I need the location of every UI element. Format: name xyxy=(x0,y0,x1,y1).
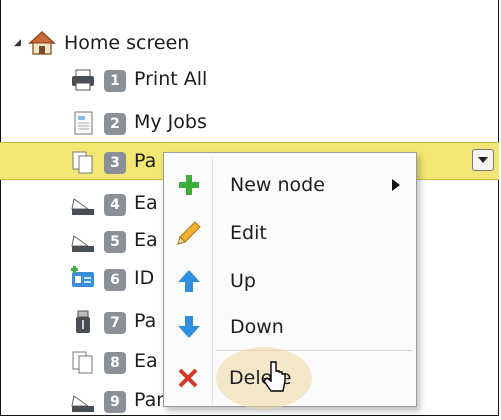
chevron-down-icon xyxy=(478,157,488,163)
item-number-badge: 7 xyxy=(104,312,126,334)
scanner-icon xyxy=(71,395,94,412)
tree-item-label: Ea xyxy=(134,350,158,372)
menu-item-label: New node xyxy=(230,174,325,196)
arrow-up-icon xyxy=(178,270,200,292)
tree-root-node[interactable]: ◢ Home screen xyxy=(14,26,189,60)
item-number-badge: 8 xyxy=(104,352,126,374)
menu-item-label: Down xyxy=(230,316,284,338)
tree-item-print-all[interactable]: 1 Print All xyxy=(0,61,499,99)
id-card-icon xyxy=(71,266,94,287)
tree-item-label: Ea xyxy=(134,192,158,214)
plus-icon xyxy=(179,175,199,195)
item-number-badge: 3 xyxy=(104,152,126,174)
home-icon xyxy=(28,30,56,55)
item-number-badge: 5 xyxy=(104,231,126,253)
tree-root-label: Home screen xyxy=(64,32,190,54)
item-number-badge: 2 xyxy=(104,113,126,135)
menu-item-delete[interactable]: Delete xyxy=(163,354,415,402)
printer-icon xyxy=(72,69,94,91)
tree-item-label: Pa xyxy=(134,150,157,172)
arrow-down-icon xyxy=(178,316,200,338)
expanded-triangle-icon[interactable]: ◢ xyxy=(14,38,26,48)
pencil-icon xyxy=(177,221,201,245)
menu-item-up[interactable]: Up xyxy=(164,257,416,305)
mouse-cursor-icon xyxy=(263,361,286,392)
item-number-badge: 4 xyxy=(104,194,126,216)
copy-document-icon xyxy=(72,351,93,374)
item-number-badge: 1 xyxy=(104,70,126,92)
context-menu-delete-area: Delete xyxy=(163,352,417,407)
submenu-arrow-icon xyxy=(392,179,400,191)
item-number-badge: 9 xyxy=(104,391,126,413)
document-icon xyxy=(74,111,93,135)
tree-item-label: Pa xyxy=(134,310,157,332)
tree-item-label: Print All xyxy=(134,68,208,90)
tree-item-label: My Jobs xyxy=(134,111,207,133)
scanner-icon xyxy=(71,198,94,215)
item-number-badge: 6 xyxy=(104,269,126,291)
menu-item-label: Up xyxy=(230,270,256,292)
tree-item-label: Ea xyxy=(134,229,158,251)
menu-item-new-node[interactable]: New node xyxy=(164,161,416,209)
menu-item-down[interactable]: Down xyxy=(164,303,416,351)
row-dropdown-button[interactable] xyxy=(472,149,494,171)
menu-item-label: Edit xyxy=(230,222,267,244)
copy-document-icon xyxy=(72,151,93,174)
tree-item-label: ID xyxy=(134,267,155,289)
menu-item-edit[interactable]: Edit xyxy=(164,209,416,257)
delete-x-icon xyxy=(178,368,198,388)
tree-item-my-jobs[interactable]: 2 My Jobs xyxy=(0,104,499,142)
usb-icon xyxy=(76,310,90,333)
scanner-icon xyxy=(71,235,94,252)
